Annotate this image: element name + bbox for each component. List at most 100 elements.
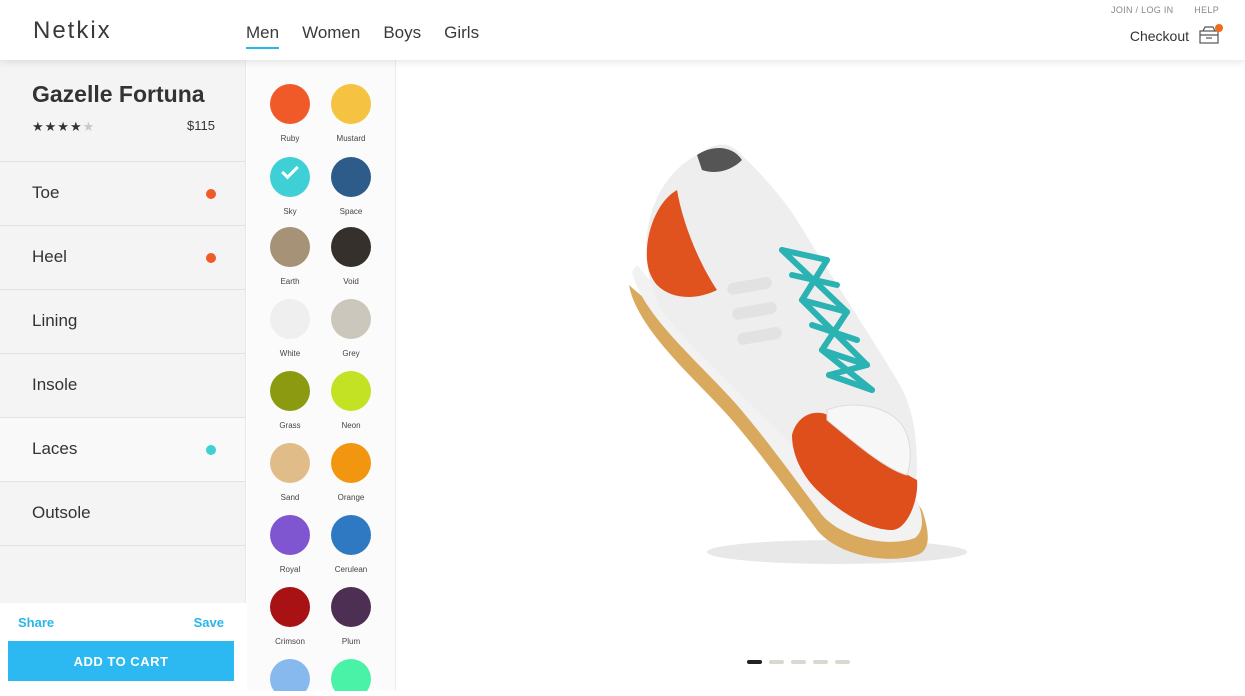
swatch-circle (270, 659, 310, 691)
swatch-name: Crimson (275, 637, 305, 646)
swatch-name: Sand (280, 493, 300, 502)
swatch-space[interactable]: Space (321, 157, 381, 216)
swatch-circle (270, 299, 310, 339)
logo[interactable]: Netkix (33, 17, 112, 45)
swatch-name: Sky (283, 207, 297, 216)
part-toe[interactable]: Toe (0, 162, 245, 226)
product-summary: Gazelle Fortuna ★★★★★ $115 (0, 60, 245, 162)
carousel-dot[interactable] (747, 660, 762, 664)
swatch-name: Earth (280, 277, 300, 286)
cart-actions: Share Save ADD TO CART (0, 603, 246, 691)
part-lining[interactable]: Lining (0, 290, 245, 354)
help-link[interactable]: HELP (1194, 5, 1219, 15)
nav-girls[interactable]: Girls (444, 23, 479, 49)
part-heel[interactable]: Heel (0, 226, 245, 290)
part-label: Toe (32, 183, 60, 202)
main-nav: Men Women Boys Girls (246, 23, 502, 49)
swatch-sand[interactable]: Sand (260, 443, 320, 502)
nav-women[interactable]: Women (302, 23, 360, 49)
sneaker-image[interactable] (397, 60, 1245, 691)
color-swatch-panel: Ruby Mustard Sky Space Earth Void White … (247, 60, 396, 691)
part-label: Heel (32, 247, 67, 266)
swatch-circle (270, 587, 310, 627)
swatch-ruby[interactable]: Ruby (260, 84, 320, 143)
swatch-grey[interactable]: Grey (321, 299, 381, 358)
carousel-dot[interactable] (791, 660, 806, 664)
add-to-cart-button[interactable]: ADD TO CART (8, 641, 234, 681)
part-color-dot (206, 253, 216, 263)
swatch-mint[interactable] (321, 659, 381, 691)
rating-stars: ★★★★★ (32, 119, 95, 135)
product-price: $115 (187, 118, 215, 133)
swatch-name: Plum (341, 637, 361, 646)
carousel-dot[interactable] (813, 660, 828, 664)
swatch-name: Royal (279, 565, 301, 574)
swatch-name: Grass (279, 421, 301, 430)
join-login-link[interactable]: JOIN / LOG IN (1111, 5, 1173, 15)
swatch-cerulean[interactable]: Cerulean (321, 515, 381, 574)
swatch-circle (331, 299, 371, 339)
swatch-earth[interactable]: Earth (260, 227, 320, 286)
part-insole[interactable]: Insole (0, 354, 245, 418)
swatch-circle (331, 227, 371, 267)
swatch-orange[interactable]: Orange (321, 443, 381, 502)
swatch-circle (270, 227, 310, 267)
swatch-circle (270, 84, 310, 124)
part-laces[interactable]: Laces (0, 418, 245, 482)
swatch-neon[interactable]: Neon (321, 371, 381, 430)
selected-check-icon (281, 161, 299, 180)
save-button[interactable]: Save (194, 615, 224, 630)
part-color-dot (206, 445, 216, 455)
swatch-name: White (279, 349, 301, 358)
part-outsole[interactable]: Outsole (0, 482, 245, 546)
swatch-circle (331, 443, 371, 483)
carousel-dot[interactable] (769, 660, 784, 664)
top-links: JOIN / LOG IN HELP (1093, 5, 1219, 15)
checkout-link[interactable]: Checkout (1130, 28, 1189, 44)
swatch-circle (331, 371, 371, 411)
swatch-name: Orange (337, 493, 365, 502)
swatch-royal[interactable]: Royal (260, 515, 320, 574)
swatch-name: Cerulean (334, 565, 368, 574)
filled-stars-icon: ★★★★ (32, 119, 83, 134)
swatch-name: Void (343, 277, 359, 286)
swatch-name: Grey (342, 349, 360, 358)
swatch-sky[interactable]: Sky (260, 157, 320, 216)
swatch-circle (270, 515, 310, 555)
swatch-circle (331, 587, 371, 627)
swatch-circle (331, 84, 371, 124)
swatch-name: Ruby (280, 134, 300, 143)
swatch-circle (270, 371, 310, 411)
swatch-circle (331, 157, 371, 197)
share-button[interactable]: Share (18, 615, 54, 630)
swatch-circle (331, 659, 371, 691)
nav-men[interactable]: Men (246, 23, 280, 49)
swatch-circle (270, 443, 310, 483)
product-name: Gazelle Fortuna (32, 81, 205, 107)
swatch-mustard[interactable]: Mustard (321, 84, 381, 143)
swatch-plum[interactable]: Plum (321, 587, 381, 646)
carousel-dot[interactable] (835, 660, 850, 664)
swatch-crimson[interactable]: Crimson (260, 587, 320, 646)
nav-boys[interactable]: Boys (383, 23, 421, 49)
header: Netkix Men Women Boys Girls JOIN / LOG I… (0, 0, 1245, 60)
swatch-light-blue[interactable] (260, 659, 320, 691)
part-label: Insole (32, 375, 78, 394)
product-preview (397, 60, 1245, 691)
swatch-name: Neon (341, 421, 361, 430)
swatch-grass[interactable]: Grass (260, 371, 320, 430)
swatch-name: Mustard (336, 134, 366, 143)
customizer-sidebar: Gazelle Fortuna ★★★★★ $115 Toe Heel Lini… (0, 60, 246, 691)
swatch-void[interactable]: Void (321, 227, 381, 286)
part-color-dot (206, 189, 216, 199)
part-label: Laces (32, 439, 78, 458)
part-label: Lining (32, 311, 78, 330)
cart-badge (1215, 24, 1223, 32)
part-label: Outsole (32, 503, 91, 522)
empty-star-icon: ★ (82, 119, 96, 134)
swatch-circle (331, 515, 371, 555)
swatch-white[interactable]: White (260, 299, 320, 358)
swatch-circle (270, 157, 310, 197)
image-carousel-dots (747, 660, 850, 664)
swatch-name: Space (339, 207, 363, 216)
